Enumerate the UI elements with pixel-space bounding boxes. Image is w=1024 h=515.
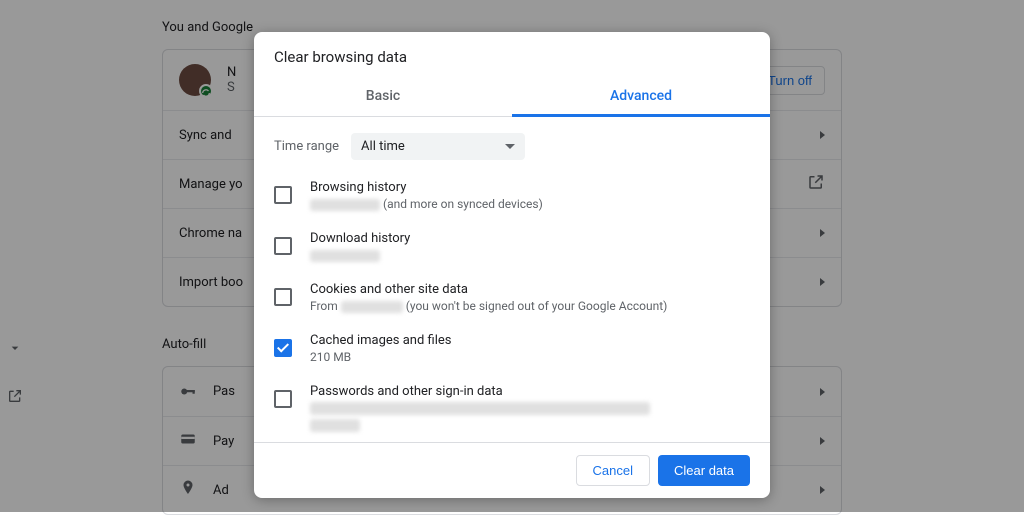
- option-title: Cookies and other site data: [310, 282, 750, 297]
- redacted-text: [310, 199, 380, 211]
- redacted-text: [310, 419, 360, 432]
- option-cookies: Cookies and other site data From (you wo…: [274, 272, 750, 323]
- option-passwords: Passwords and other sign-in data: [274, 374, 750, 442]
- option-cached-images: Cached images and files 210 MB: [274, 323, 750, 374]
- checkbox-download-history[interactable]: [274, 237, 292, 255]
- redacted-text: [341, 301, 403, 313]
- option-subtitle: (and more on synced devices): [310, 197, 750, 211]
- option-subtitle: [310, 401, 750, 432]
- time-range-value: All time: [361, 139, 405, 154]
- dialog-tabs: Basic Advanced: [254, 78, 770, 117]
- option-download-history: Download history: [274, 221, 750, 272]
- time-range-label: Time range: [274, 139, 339, 154]
- option-subtitle: [310, 248, 750, 262]
- checkbox-browsing-history[interactable]: [274, 186, 292, 204]
- dialog-title: Clear browsing data: [254, 32, 770, 78]
- checkbox-cached-images[interactable]: [274, 339, 292, 357]
- option-subtitle: 210 MB: [310, 350, 750, 364]
- options-list: Browsing history (and more on synced dev…: [254, 164, 770, 442]
- time-range-row: Time range All time: [254, 117, 770, 164]
- dialog-footer: Cancel Clear data: [254, 442, 770, 498]
- time-range-select[interactable]: All time: [351, 133, 525, 160]
- option-title: Browsing history: [310, 180, 750, 195]
- option-browsing-history: Browsing history (and more on synced dev…: [274, 170, 750, 221]
- option-subtitle: From (you won't be signed out of your Go…: [310, 299, 750, 313]
- option-title: Passwords and other sign-in data: [310, 384, 750, 399]
- option-title: Cached images and files: [310, 333, 750, 348]
- tab-basic[interactable]: Basic: [254, 78, 512, 116]
- chevron-down-icon: [505, 144, 515, 149]
- checkbox-passwords[interactable]: [274, 390, 292, 408]
- checkbox-cookies[interactable]: [274, 288, 292, 306]
- cancel-button[interactable]: Cancel: [576, 455, 650, 486]
- redacted-text: [310, 250, 380, 262]
- clear-browsing-data-dialog: Clear browsing data Basic Advanced Time …: [254, 32, 770, 498]
- clear-data-button[interactable]: Clear data: [658, 455, 750, 486]
- redacted-text: [310, 402, 650, 415]
- tab-advanced[interactable]: Advanced: [512, 78, 770, 117]
- option-title: Download history: [310, 231, 750, 246]
